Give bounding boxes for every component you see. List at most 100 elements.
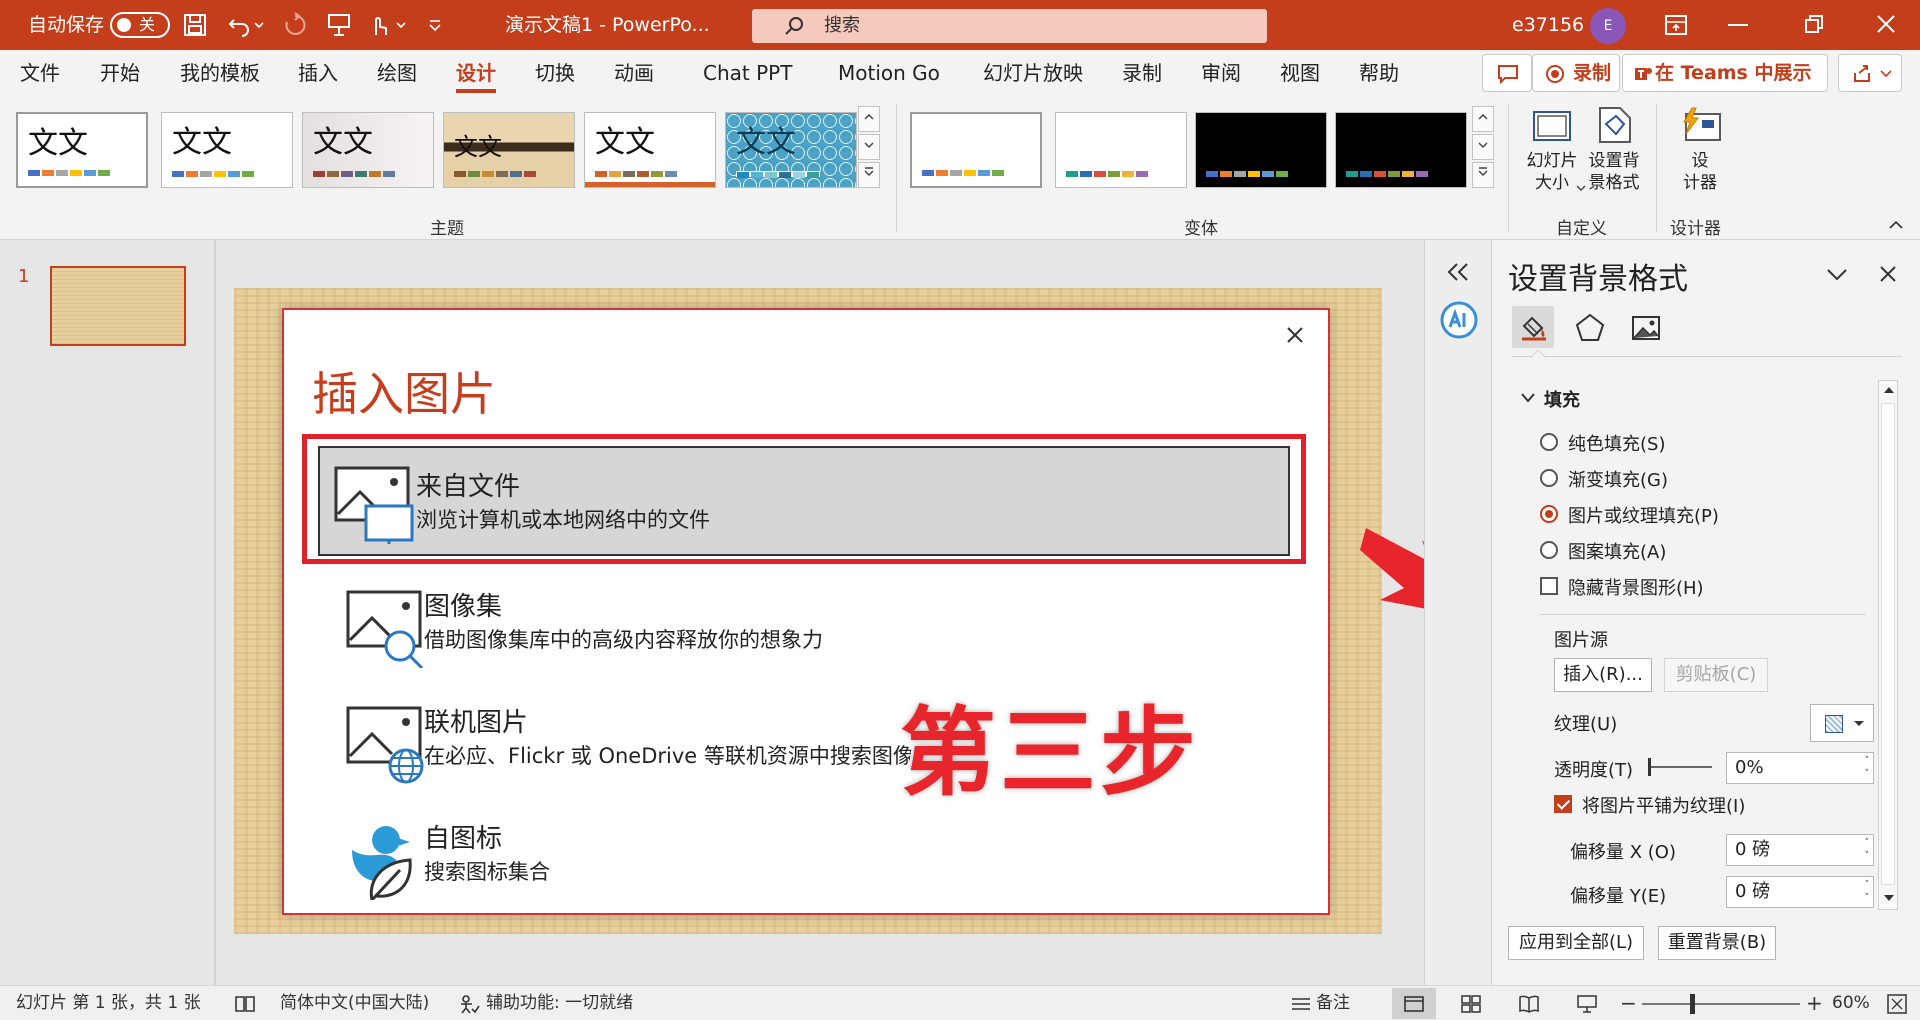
variants-scroll-down[interactable]: [1472, 134, 1494, 160]
tab-file[interactable]: 文件: [20, 50, 60, 96]
redo-icon[interactable]: [282, 12, 308, 38]
customize-qat-icon[interactable]: [426, 12, 444, 38]
accessibility-icon[interactable]: [458, 994, 480, 1014]
minimize-icon[interactable]: [1728, 22, 1748, 28]
save-icon[interactable]: [182, 12, 208, 38]
restore-icon[interactable]: [1804, 14, 1824, 34]
insert-picture-button[interactable]: 插入(R)...: [1554, 658, 1652, 692]
radio-solid-fill[interactable]: [1540, 433, 1558, 451]
theme-orange[interactable]: 文文: [584, 112, 716, 188]
tile-texture-checkbox[interactable]: [1554, 795, 1572, 813]
radio-gradient-fill[interactable]: [1540, 469, 1558, 487]
normal-view-button[interactable]: [1392, 988, 1436, 1019]
tab-slideshow[interactable]: 幻灯片放映: [983, 50, 1083, 96]
spin-arrows-icon[interactable]: ˄ ˅: [1865, 755, 1870, 781]
collapse-ribbon-icon[interactable]: [1888, 220, 1904, 230]
present-in-teams-button[interactable]: 在 Teams 中展示: [1622, 54, 1828, 92]
tab-motion-go[interactable]: Motion Go: [838, 50, 940, 96]
designer-button[interactable]: 设 计器: [1664, 102, 1736, 202]
ai-assistant-icon[interactable]: [1439, 300, 1479, 340]
tab-view[interactable]: 视图: [1280, 50, 1320, 96]
themes-scroll-down[interactable]: [858, 134, 880, 160]
close-pane-icon[interactable]: [1878, 264, 1898, 284]
zoom-out-button[interactable]: −: [1620, 986, 1637, 1020]
offset-y-input[interactable]: 0 磅 ˄ ˅: [1726, 876, 1874, 908]
transparency-slider[interactable]: [1648, 766, 1712, 768]
tab-transitions[interactable]: 切换: [535, 50, 575, 96]
option-from-icons[interactable]: 自图标 搜索图标集合: [332, 798, 1312, 908]
spin-arrows-icon[interactable]: ˄ ˅: [1865, 879, 1870, 905]
present-from-start-icon[interactable]: [326, 12, 352, 38]
close-window-icon[interactable]: [1876, 14, 1896, 34]
variants-scroll-up[interactable]: [1472, 106, 1494, 132]
zoom-slider[interactable]: [1642, 1003, 1800, 1005]
radio-picture-fill[interactable]: [1540, 505, 1558, 523]
pane-options-chevron-icon[interactable]: [1826, 268, 1848, 282]
format-background-button[interactable]: 设置背 景格式: [1582, 102, 1646, 202]
spin-arrows-icon[interactable]: ˄ ˅: [1865, 837, 1870, 863]
tab-animations[interactable]: 动画: [614, 50, 654, 96]
tab-design[interactable]: 设计: [456, 50, 496, 96]
variant-4[interactable]: [1335, 112, 1467, 188]
hide-bg-graphics-checkbox[interactable]: [1540, 577, 1558, 595]
variant-1[interactable]: [910, 112, 1042, 188]
tab-home[interactable]: 开始: [100, 50, 140, 96]
undo-dropdown-icon[interactable]: [252, 12, 266, 38]
clipboard-button[interactable]: 剪贴板(C): [1664, 658, 1768, 692]
slideshow-icon[interactable]: [1576, 994, 1598, 1014]
slide-sorter-icon[interactable]: [1460, 994, 1482, 1014]
tab-my-templates[interactable]: 我的模板: [180, 50, 260, 96]
language-status[interactable]: 简体中文(中国大陆): [280, 986, 429, 1020]
tab-chat-ppt[interactable]: Chat PPT: [703, 50, 792, 96]
fit-to-window-icon[interactable]: [1886, 993, 1908, 1015]
touch-dropdown-icon[interactable]: [394, 12, 408, 38]
tab-review[interactable]: 审阅: [1201, 50, 1241, 96]
search-box[interactable]: 搜索: [752, 9, 1267, 43]
zoom-in-button[interactable]: +: [1806, 986, 1823, 1020]
theme-blue-pattern[interactable]: 文文: [725, 112, 857, 188]
option-image-sets[interactable]: 图像集 借助图像集库中的高级内容释放你的想象力: [332, 566, 1312, 676]
theme-office-2[interactable]: 文文: [161, 112, 293, 188]
touch-mode-icon[interactable]: [366, 12, 392, 38]
transparency-slider-thumb[interactable]: [1648, 758, 1651, 776]
option-from-file[interactable]: 来自文件 浏览计算机或本地网络中的文件: [318, 446, 1290, 556]
pane-scrollbar[interactable]: [1878, 380, 1898, 910]
reading-view-icon[interactable]: [1518, 994, 1540, 1014]
tab-help[interactable]: 帮助: [1359, 50, 1399, 96]
picture-tab-icon[interactable]: [1630, 312, 1662, 344]
tab-draw[interactable]: 绘图: [377, 50, 417, 96]
radio-pattern-fill[interactable]: [1540, 541, 1558, 559]
fill-tab[interactable]: [1512, 306, 1554, 348]
themes-more[interactable]: [858, 162, 880, 188]
apply-to-all-button[interactable]: 应用到全部(L): [1508, 926, 1644, 960]
avatar[interactable]: E: [1590, 8, 1626, 44]
offset-x-input[interactable]: 0 磅 ˄ ˅: [1726, 834, 1874, 866]
effects-tab-icon[interactable]: [1574, 312, 1606, 344]
close-dialog-icon[interactable]: [1284, 324, 1306, 346]
notes-button[interactable]: 备注: [1316, 986, 1350, 1020]
share-button[interactable]: [1838, 54, 1902, 92]
undo-icon[interactable]: [226, 12, 252, 38]
record-button[interactable]: 录制: [1532, 54, 1620, 92]
themes-scroll-up[interactable]: [858, 106, 880, 132]
reset-background-button[interactable]: 重置背景(B): [1658, 926, 1776, 960]
collapse-pane-icon[interactable]: [1445, 262, 1473, 282]
slide-thumbnail[interactable]: [50, 266, 186, 346]
accessibility-status[interactable]: 辅助功能: 一切就绪: [486, 986, 633, 1020]
spelling-check-icon[interactable]: [234, 994, 256, 1014]
variants-more[interactable]: [1472, 162, 1494, 188]
variant-2[interactable]: [1055, 112, 1187, 188]
tab-record[interactable]: 录制: [1122, 50, 1162, 96]
variant-3[interactable]: [1195, 112, 1327, 188]
notes-icon[interactable]: [1290, 995, 1312, 1013]
ribbon-display-options-icon[interactable]: [1664, 14, 1688, 36]
scroll-up-icon[interactable]: [1883, 385, 1895, 395]
theme-wood[interactable]: 文文: [443, 112, 575, 188]
autosave-toggle[interactable]: 关: [110, 12, 170, 38]
comments-button[interactable]: [1482, 54, 1532, 92]
fill-section-chevron-icon[interactable]: [1520, 392, 1536, 404]
zoom-level[interactable]: 60%: [1832, 986, 1870, 1020]
theme-gray[interactable]: 文文: [302, 112, 434, 188]
scroll-down-icon[interactable]: [1883, 893, 1895, 903]
theme-office[interactable]: 文文: [16, 112, 148, 188]
